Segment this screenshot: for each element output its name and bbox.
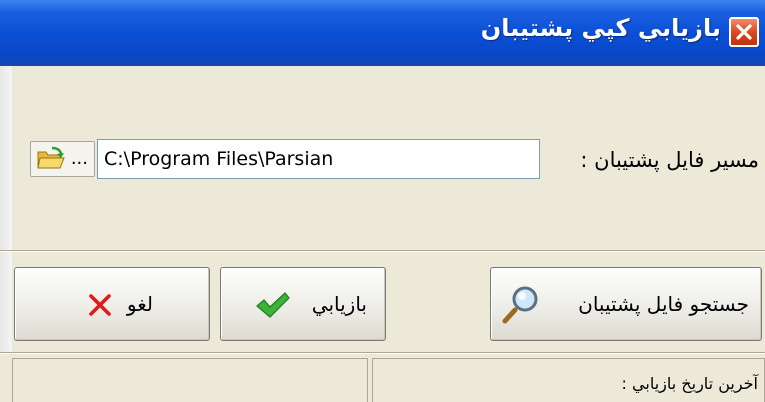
cancel-label: لغو xyxy=(126,292,153,316)
x-mark-icon xyxy=(89,294,111,316)
browse-dots: ... xyxy=(70,148,88,169)
search-backup-file-button[interactable]: جستجو فايل پشتيبان xyxy=(490,267,762,341)
status-bar: آخرين تاريخ بازيابي : xyxy=(0,354,765,402)
folder-open-icon xyxy=(37,146,65,169)
window-title: بازيابي كپي پشتيبان xyxy=(480,14,721,42)
close-icon xyxy=(736,24,752,40)
backup-path-input[interactable] xyxy=(97,139,540,179)
restore-backup-window: بازيابي كپي پشتيبان مسير فايل پشتيبان : … xyxy=(0,0,765,402)
status-cell-last-restore: آخرين تاريخ بازيابي : xyxy=(372,358,765,402)
cancel-button[interactable]: لغو xyxy=(14,267,210,341)
search-backup-file-label: جستجو فايل پشتيبان xyxy=(578,292,749,316)
restore-button[interactable]: بازيابي xyxy=(220,267,386,341)
close-button[interactable] xyxy=(729,17,759,47)
title-bar[interactable]: بازيابي كپي پشتيبان xyxy=(0,0,765,66)
browse-folder-button[interactable]: ... xyxy=(30,141,95,177)
magnifier-icon xyxy=(502,286,538,324)
status-cell-empty xyxy=(12,358,368,402)
restore-label: بازيابي xyxy=(311,292,367,316)
form-separator xyxy=(0,250,765,252)
checkmark-icon xyxy=(256,292,290,318)
backup-path-label: مسير فايل پشتيبان : xyxy=(580,148,759,172)
last-restore-date-label: آخرين تاريخ بازيابي : xyxy=(621,374,758,393)
